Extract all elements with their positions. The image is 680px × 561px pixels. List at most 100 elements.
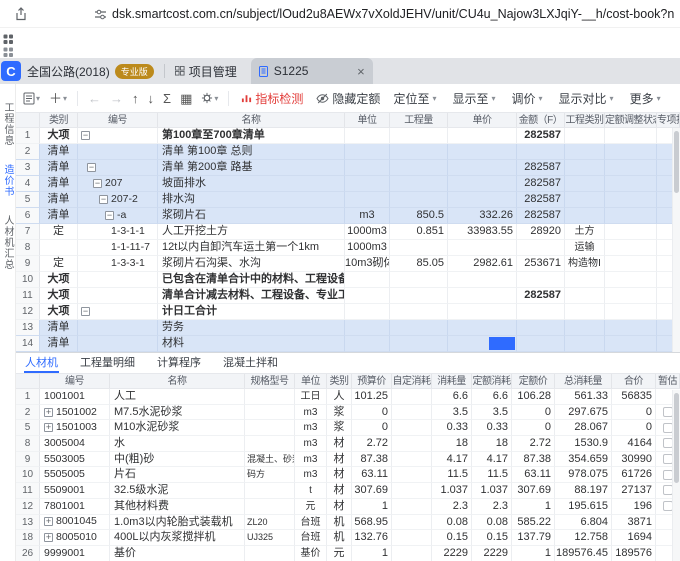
row-name[interactable]: 劳务 [158,320,345,336]
row-unit[interactable] [345,336,390,352]
resource-type[interactable]: 浆 [327,420,352,436]
resource-name[interactable]: 400L以内灰浆搅拌机 [110,530,245,546]
tree-collapse-toggle[interactable]: − [81,307,90,316]
resource-type[interactable]: 材 [327,483,352,499]
tree-collapse-toggle[interactable]: − [87,163,96,172]
document-tab[interactable]: S1225 × [251,58,373,84]
table-row[interactable]: 1 大项 − 第100章至700章清单 282587 [16,128,680,144]
row-quota-adjust-status[interactable] [605,336,657,352]
budget-price[interactable]: 63.11 [352,467,392,483]
resource-unit[interactable]: m3 [295,452,327,468]
resource-row[interactable]: 8 3005004 水 m3 材 2.72 18 18 2.72 1530.9 … [16,436,680,452]
detail-tab[interactable]: 计算程序 [156,353,202,373]
resource-row[interactable]: 2 +1501002 M7.5水泥砂浆 m3 浆 0 3.5 3.5 0 297… [16,405,680,421]
row-project-category[interactable] [565,304,605,320]
row-amount[interactable] [517,320,565,336]
consumption[interactable]: 0.33 [432,420,472,436]
tree-collapse-toggle[interactable]: − [81,131,90,140]
row-amount[interactable]: 282587 [517,208,565,224]
quota-price[interactable]: 0 [512,420,555,436]
row-type[interactable]: 大项 [40,304,78,320]
resource-type[interactable]: 机 [327,515,352,531]
resource-code[interactable]: 5505005 [40,467,110,483]
consumption[interactable]: 0.15 [432,530,472,546]
resource-name[interactable]: M10水泥砂浆 [110,420,245,436]
resource-code[interactable]: 1001001 [40,389,110,405]
quota-price[interactable]: 106.28 [512,389,555,405]
row-unit[interactable] [345,192,390,208]
move-down-button[interactable]: ↓ [147,92,156,105]
total-consumption[interactable]: 1530.9 [555,436,612,452]
scrollbar-thumb[interactable] [674,131,679,193]
resource-row[interactable]: 11 5509001 32.5级水泥 t 材 307.69 1.037 1.03… [16,483,680,499]
row-quota-adjust-status[interactable] [605,320,657,336]
resource-spec[interactable] [245,436,295,452]
redo-button[interactable]: → [109,92,124,105]
resource-type[interactable]: 浆 [327,405,352,421]
resource-unit[interactable]: m3 [295,467,327,483]
quota-consumption[interactable]: 4.17 [472,452,512,468]
total-price[interactable]: 0 [612,405,656,421]
row-quota-adjust-status[interactable] [605,288,657,304]
row-name[interactable]: 已包含在清单合计中的材料、工程设备 [158,272,345,288]
resource-spec[interactable]: 码方 [245,467,295,483]
row-type[interactable]: 定 [40,224,78,240]
row-code[interactable] [78,336,158,352]
resource-spec[interactable] [245,405,295,421]
paste-form-button[interactable]: ▾ [22,92,41,105]
custom-consumption[interactable] [392,530,432,546]
site-settings-icon[interactable] [94,8,107,21]
resource-code[interactable]: 5509001 [40,483,110,499]
close-tab-icon[interactable]: × [357,65,365,78]
row-name[interactable]: 第100章至700章清单 [158,128,345,144]
table-row[interactable]: 10 大项 已包含在清单合计中的材料、工程设备 [16,272,680,288]
row-name[interactable]: 材料 [158,336,345,352]
total-price[interactable]: 3871 [612,515,656,531]
consumption[interactable]: 2229 [432,546,472,561]
budget-price[interactable]: 0 [352,405,392,421]
row-unit-price[interactable]: 2982.61 [448,256,517,272]
row-name[interactable]: 12t以内自卸汽车运土第一个1km [158,240,345,256]
total-price[interactable]: 0 [612,420,656,436]
resource-type[interactable]: 人 [327,389,352,405]
detail-tab[interactable]: 混凝土拌和 [222,353,279,373]
grid-icon[interactable] [3,34,14,45]
resource-code[interactable]: 3005004 [40,436,110,452]
resource-name[interactable]: M7.5水泥砂浆 [110,405,245,421]
sum-button[interactable]: Σ [162,92,172,105]
row-amount[interactable] [517,240,565,256]
undo-button[interactable]: ← [87,92,102,105]
resource-code[interactable]: +8005010 [40,530,110,546]
resource-unit[interactable]: 元 [295,499,327,515]
consumption[interactable]: 0.08 [432,515,472,531]
scrollbar-thumb[interactable] [674,393,679,483]
resource-row[interactable]: 13 +8001045 1.0m3以内轮胎式装载机 ZL20 台班 机 568.… [16,515,680,531]
row-type[interactable] [40,240,78,256]
row-project-category[interactable] [565,272,605,288]
resource-name[interactable]: 基价 [110,546,245,561]
row-unit-price[interactable]: 332.26 [448,208,517,224]
row-code[interactable] [78,144,158,160]
resource-code[interactable]: 9999001 [40,546,110,561]
row-name[interactable]: 清单 第200章 路基 [158,160,345,176]
resource-name[interactable]: 人工 [110,389,245,405]
resource-type[interactable]: 材 [327,499,352,515]
resource-type[interactable]: 材 [327,452,352,468]
resource-spec[interactable]: ZL20 [245,515,295,531]
row-code[interactable]: −-a [78,208,158,224]
row-amount[interactable] [517,304,565,320]
row-quota-adjust-status[interactable] [605,256,657,272]
resource-unit[interactable]: m3 [295,436,327,452]
quota-price[interactable]: 137.79 [512,530,555,546]
resource-spec[interactable] [245,420,295,436]
resource-row[interactable]: 9 5503005 中(粗)砂 混凝土、砂浆用地方 m3 材 87.38 4.1… [16,452,680,468]
row-type[interactable]: 大项 [40,128,78,144]
row-name[interactable]: 坡面排水 [158,176,345,192]
row-quota-adjust-status[interactable] [605,208,657,224]
table-row[interactable]: 6 清单 −-a 浆砌片石 m3 850.5 332.26 282587 [16,208,680,224]
resource-spec[interactable]: UJ325 [245,530,295,546]
row-amount[interactable] [517,272,565,288]
row-quota-adjust-status[interactable] [605,160,657,176]
row-quantity[interactable] [390,320,448,336]
row-code[interactable]: −207 [78,176,158,192]
